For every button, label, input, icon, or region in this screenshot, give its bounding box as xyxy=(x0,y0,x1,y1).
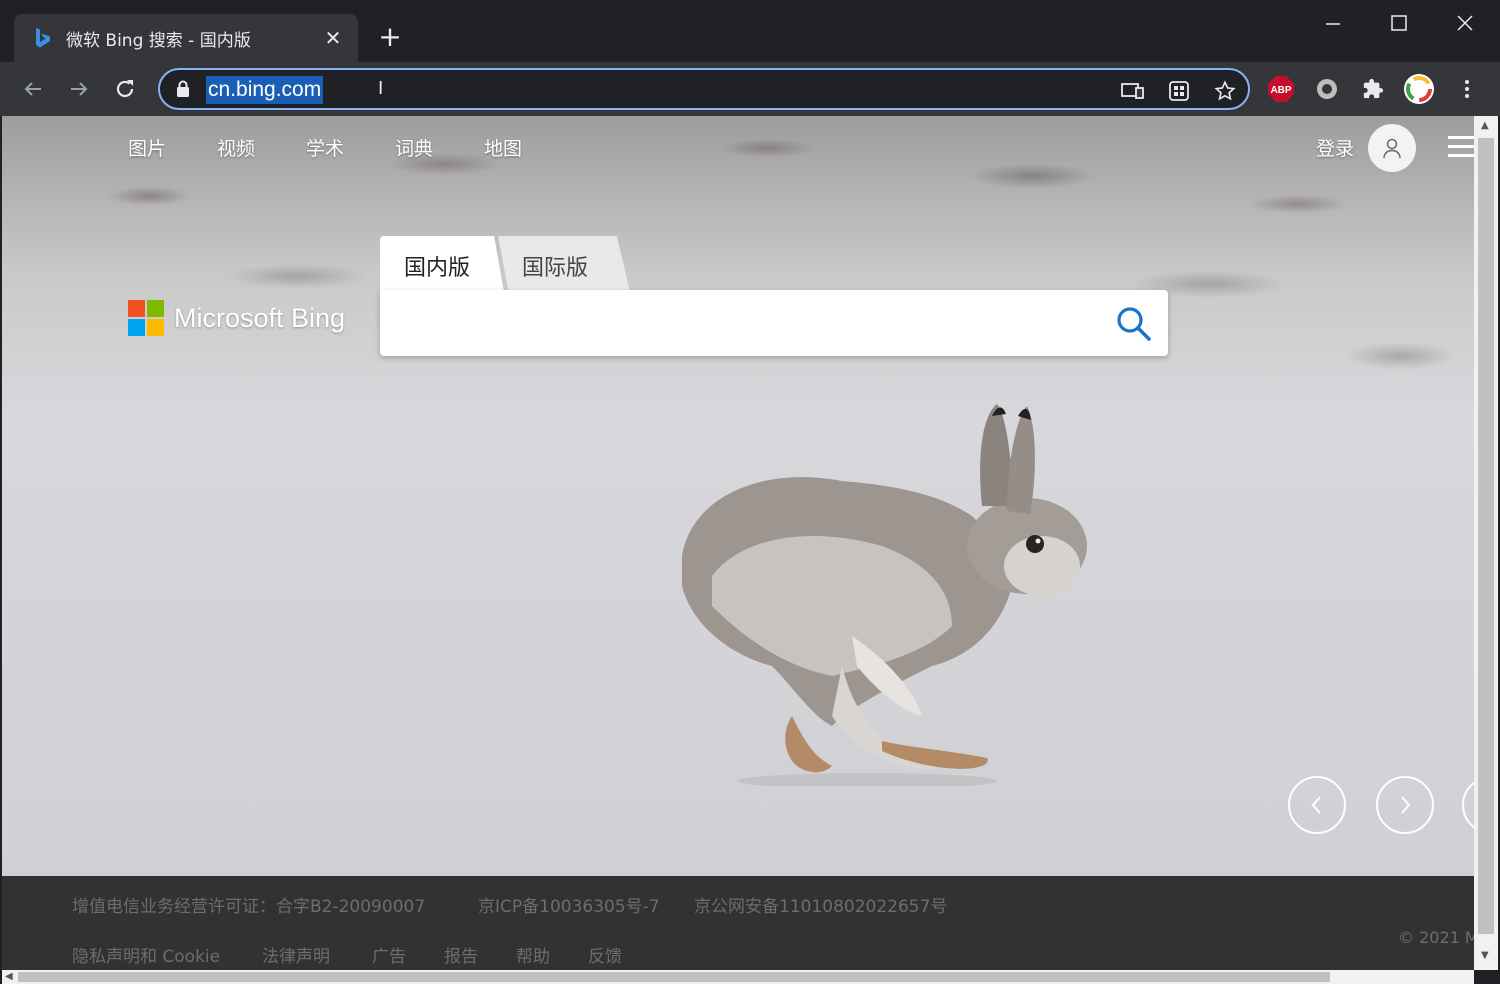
nav-maps[interactable]: 地图 xyxy=(484,134,522,161)
logo-text: Microsoft Bing xyxy=(174,302,346,333)
footer-help[interactable]: 帮助 xyxy=(516,942,550,967)
nav-images[interactable]: 图片 xyxy=(128,134,166,161)
reload-button[interactable] xyxy=(108,72,142,106)
footer-public-security[interactable]: 京公网安备11010802022657号 xyxy=(694,892,947,917)
tab-title: 微软 Bing 搜索 - 国内版 xyxy=(66,30,251,51)
search-box xyxy=(380,290,1168,356)
qr-code-icon[interactable] xyxy=(1164,76,1194,106)
profile-avatar-icon[interactable] xyxy=(1402,72,1436,106)
tab-domestic[interactable]: 国内版 xyxy=(380,236,504,292)
url-text[interactable]: cn.bing.com xyxy=(206,76,324,104)
footer-report[interactable]: 报告 xyxy=(444,942,478,967)
text-cursor-icon: I xyxy=(378,78,384,99)
nav-videos[interactable]: 视频 xyxy=(217,134,255,161)
carousel-next-button[interactable] xyxy=(1376,776,1434,834)
user-avatar-icon[interactable] xyxy=(1368,124,1416,172)
back-button[interactable] xyxy=(16,72,50,106)
page-viewport: 图片 视频 学术 词典 地图 登录 Microsoft Bing 国际版 国内版… xyxy=(2,116,1474,970)
horizontal-scrollbar[interactable]: ◀ xyxy=(2,970,1474,984)
browser-menu-icon[interactable] xyxy=(1450,72,1484,106)
chevron-right-icon xyxy=(1401,796,1411,814)
vertical-scroll-thumb[interactable] xyxy=(1478,138,1494,934)
browser-titlebar: 微软 Bing 搜索 - 国内版 ✕ + xyxy=(0,0,1500,62)
background-hare-image xyxy=(682,404,1087,786)
bing-favicon-icon xyxy=(32,27,54,49)
extensions-puzzle-icon[interactable] xyxy=(1356,72,1390,106)
page-footer: 增值电信业务经营许可证：合字B2-20090007 京ICP备10036305号… xyxy=(2,876,1474,970)
chevron-left-icon xyxy=(1311,796,1321,814)
svg-text:ABP: ABP xyxy=(1270,85,1291,96)
adblock-extension-icon[interactable]: ABP xyxy=(1264,72,1298,106)
footer-license[interactable]: 增值电信业务经营许可证：合字B2-20090007 xyxy=(72,892,425,917)
signin-link[interactable]: 登录 xyxy=(1316,134,1354,161)
search-icon[interactable] xyxy=(1114,304,1154,344)
maximize-button[interactable] xyxy=(1374,6,1424,42)
bookmark-star-icon[interactable] xyxy=(1210,76,1240,106)
footer-legal[interactable]: 法律声明 xyxy=(262,942,330,967)
browser-toolbar: cn.bing.com I ABP xyxy=(0,62,1500,116)
microsoft-logo-icon xyxy=(128,300,164,336)
close-window-button[interactable] xyxy=(1440,6,1490,42)
forward-button[interactable] xyxy=(62,72,96,106)
search-input[interactable] xyxy=(396,304,1096,342)
footer-privacy[interactable]: 隐私声明和 Cookie xyxy=(72,942,220,967)
footer-ads[interactable]: 广告 xyxy=(372,942,406,967)
microsoft-bing-logo[interactable]: Microsoft Bing xyxy=(128,300,345,336)
back-arrow-icon xyxy=(24,82,41,96)
address-bar[interactable]: cn.bing.com I xyxy=(158,68,1250,110)
scroll-down-arrow-icon[interactable]: ▼ xyxy=(1481,950,1489,961)
scroll-up-arrow-icon[interactable]: ▲ xyxy=(1481,120,1489,131)
vertical-scrollbar[interactable]: ▲ ▼ xyxy=(1474,116,1498,970)
scroll-left-arrow-icon[interactable]: ◀ xyxy=(5,971,13,982)
horizontal-scroll-thumb[interactable] xyxy=(18,972,1330,982)
carousel-prev-button[interactable] xyxy=(1288,776,1346,834)
nav-dictionary[interactable]: 词典 xyxy=(395,134,433,161)
footer-copyright: © 2021 M xyxy=(1398,928,1474,947)
browser-tab-active[interactable]: 微软 Bing 搜索 - 国内版 ✕ xyxy=(14,14,358,62)
lock-icon[interactable] xyxy=(176,80,190,102)
footer-icp[interactable]: 京ICP备10036305号-7 xyxy=(478,892,660,917)
cast-icon[interactable] xyxy=(1118,76,1148,106)
tab-international[interactable]: 国际版 xyxy=(498,236,630,292)
reload-icon xyxy=(116,80,134,98)
minimize-button[interactable] xyxy=(1308,6,1358,42)
new-tab-button[interactable]: + xyxy=(372,22,408,54)
hamburger-menu-icon[interactable] xyxy=(1448,136,1474,160)
carousel-extra-button[interactable] xyxy=(1462,776,1474,834)
nav-academic[interactable]: 学术 xyxy=(306,134,344,161)
record-extension-icon[interactable] xyxy=(1310,72,1344,106)
search-area: 国际版 国内版 xyxy=(380,236,1168,356)
forward-arrow-icon xyxy=(71,82,88,96)
footer-feedback[interactable]: 反馈 xyxy=(588,942,622,967)
tab-close-icon[interactable]: ✕ xyxy=(322,26,344,50)
